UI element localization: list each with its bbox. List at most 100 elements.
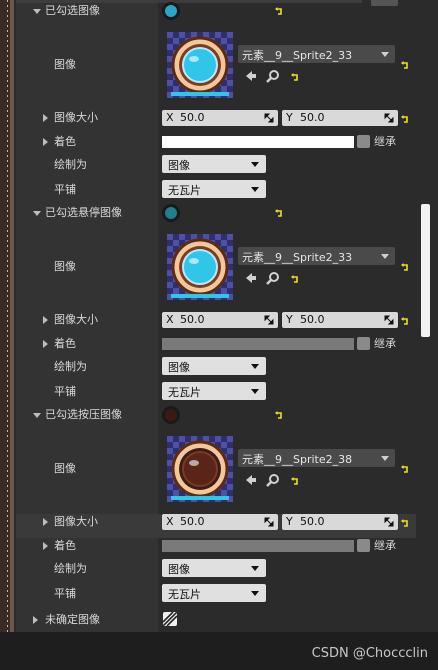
section-collapse-arrow[interactable] [33,9,41,14]
inherit-label: 继承 [374,337,396,350]
chevron-down-icon [251,364,259,369]
arrow-left-icon[interactable] [244,473,258,487]
inherit-checkbox[interactable] [357,539,370,552]
reset-arrow-icon[interactable] [400,114,410,124]
draw-as-label: 绘制为 [54,360,87,373]
diagonal-arrow-icon[interactable] [264,113,274,123]
draw-as-value: 图像 [168,159,190,172]
chevron-down-icon [381,456,389,461]
reset-arrow-icon[interactable] [290,72,300,82]
no-image-icon[interactable] [163,612,177,626]
inherit-checkbox[interactable] [357,337,370,350]
brush-color-swatch[interactable] [162,406,180,424]
size-y-value: 50.0 [300,313,325,326]
tint-label: 着色 [54,539,76,552]
expand-arrow[interactable] [33,616,38,624]
image-label: 图像 [54,260,76,273]
diagonal-arrow-icon[interactable] [384,315,394,325]
brush-color-swatch[interactable] [162,204,180,222]
chevron-down-icon [251,162,259,167]
draw-as-dropdown[interactable]: 图像 [162,559,266,577]
draw-as-label: 绘制为 [54,158,87,171]
section-title: 已勾选按压图像 [45,408,122,421]
tiling-value: 无瓦片 [168,588,201,601]
expand-arrow[interactable] [43,518,48,526]
reset-arrow-icon[interactable] [400,262,410,272]
image-size-label: 图像大小 [54,515,98,528]
x-axis-label: X [166,515,174,528]
chevron-down-icon [381,254,389,259]
draw-as-dropdown[interactable]: 图像 [162,357,266,375]
image-thumbnail [167,436,233,502]
size-y-field[interactable]: Y 50.0 [282,312,398,328]
tiling-dropdown[interactable]: 无瓦片 [162,180,266,198]
expand-arrow[interactable] [43,138,48,146]
chevron-down-icon [251,389,259,394]
magnifier-icon[interactable] [266,271,280,285]
draw-as-value: 图像 [168,563,190,576]
reset-arrow-icon[interactable] [400,464,410,474]
diagonal-arrow-icon[interactable] [384,113,394,123]
image-thumbnail [167,32,233,98]
image-asset-picker[interactable]: 元素__9__Sprite2_33 [238,247,395,265]
magnifier-icon[interactable] [266,69,280,83]
tiling-value: 无瓦片 [168,386,201,399]
size-x-field[interactable]: X 50.0 [162,312,278,328]
tint-color-bar[interactable] [162,540,354,552]
tint-color-bar[interactable] [162,338,354,350]
section-title: 已勾选悬停图像 [45,206,122,219]
reset-arrow-icon[interactable] [274,208,284,218]
tiling-dropdown[interactable]: 无瓦片 [162,382,266,400]
chevron-down-icon [251,591,259,596]
size-y-field[interactable]: Y 50.0 [282,110,398,126]
size-x-field[interactable]: X 50.0 [162,110,278,126]
top-button-remnant[interactable] [371,0,398,6]
expand-arrow[interactable] [43,316,48,324]
asset-name: 元素__9__Sprite2_33 [242,49,353,62]
tiling-dropdown[interactable]: 无瓦片 [162,584,266,602]
size-y-field[interactable]: Y 50.0 [282,514,398,530]
y-axis-label: Y [286,313,293,326]
brush-color-swatch[interactable] [162,2,180,20]
arrow-left-icon[interactable] [244,271,258,285]
image-label: 图像 [54,462,76,475]
reset-arrow-icon[interactable] [290,476,300,486]
image-asset-picker[interactable]: 元素__9__Sprite2_33 [238,45,395,63]
diagonal-arrow-icon[interactable] [384,517,394,527]
expand-arrow[interactable] [43,114,48,122]
image-label: 图像 [54,58,76,71]
undetermined-image-title: 未确定图像 [45,613,100,626]
chevron-down-icon [251,566,259,571]
reset-arrow-icon[interactable] [400,518,410,528]
diagonal-arrow-icon[interactable] [264,517,274,527]
expand-arrow[interactable] [43,542,48,550]
size-y-value: 50.0 [300,111,325,124]
reset-arrow-icon[interactable] [400,60,410,70]
chevron-down-icon [251,187,259,192]
draw-as-dropdown[interactable]: 图像 [162,155,266,173]
section-collapse-arrow[interactable] [33,413,41,418]
reset-arrow-icon[interactable] [274,6,284,16]
arrow-left-icon[interactable] [244,69,258,83]
x-axis-label: X [166,111,174,124]
section-collapse-arrow[interactable] [33,211,41,216]
section-title: 已勾选图像 [45,4,100,17]
size-x-value: 50.0 [180,313,205,326]
image-asset-picker[interactable]: 元素__9__Sprite2_38 [238,449,395,467]
tint-color-bar[interactable] [162,136,354,148]
draw-as-value: 图像 [168,361,190,374]
vertical-scrollbar[interactable] [421,204,430,337]
tiling-label: 平铺 [54,183,76,196]
magnifier-icon[interactable] [266,473,280,487]
reset-arrow-icon[interactable] [400,316,410,326]
size-x-field[interactable]: X 50.0 [162,514,278,530]
diagonal-arrow-icon[interactable] [264,315,274,325]
inherit-label: 继承 [374,135,396,148]
reset-arrow-icon[interactable] [274,410,284,420]
watermark: CSDN @Choccclin [311,646,428,661]
image-size-label: 图像大小 [54,313,98,326]
left-viewport-strip [0,0,14,632]
inherit-checkbox[interactable] [357,135,370,148]
reset-arrow-icon[interactable] [290,274,300,284]
expand-arrow[interactable] [43,340,48,348]
